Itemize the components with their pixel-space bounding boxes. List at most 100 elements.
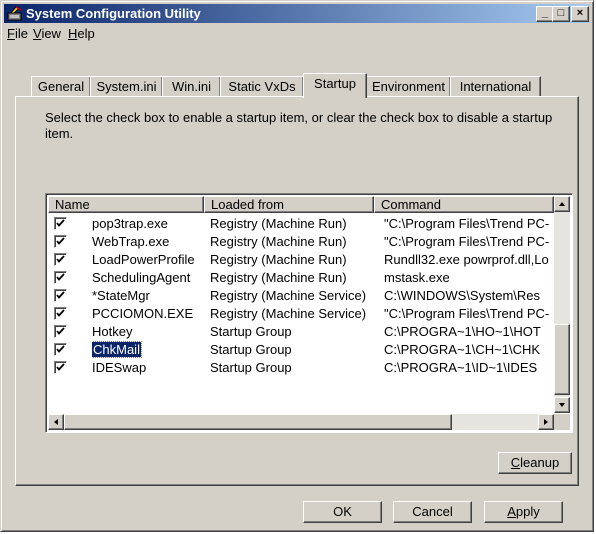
enable-checkbox[interactable]: [54, 343, 67, 356]
row-loaded-from: Registry (Machine Run): [210, 270, 347, 285]
row-loaded-from: Startup Group: [210, 324, 292, 339]
row-name-text: PCCIOMON.EXE: [92, 306, 194, 321]
row-name-text: *StateMgr: [92, 288, 150, 303]
arrow-right-icon: [544, 419, 548, 425]
row-name: Hotkey: [92, 323, 202, 341]
row-name: WebTrap.exe: [92, 233, 202, 251]
table-row[interactable]: WebTrap.exe Registry (Machine Run) "C:\Pro…: [48, 233, 554, 251]
table-row[interactable]: LoadPowerProfile Registry (Machine Run) Ru…: [48, 251, 554, 269]
arrow-up-icon: [559, 202, 565, 206]
row-name-text: Hotkey: [92, 324, 133, 339]
cancel-button[interactable]: Cancel: [393, 501, 472, 523]
row-loaded-from: Startup Group: [210, 342, 292, 357]
enable-checkbox[interactable]: [54, 217, 67, 230]
scroll-down-button[interactable]: [554, 397, 570, 413]
row-name-text: ChkMail: [92, 341, 142, 358]
row-name: *StateMgr: [92, 287, 202, 305]
table-row[interactable]: ChkMail Startup Group C:\PROGRA~1\CH~1\CHK: [48, 341, 554, 359]
tab-general[interactable]: General: [31, 76, 91, 97]
column-header-name[interactable]: Name: [48, 196, 204, 213]
instructions-text: Select the check box to enable a startup…: [45, 110, 553, 141]
row-command: mstask.exe: [384, 270, 450, 285]
cleanup-button[interactable]: Cleanup: [498, 452, 572, 474]
checkmark-icon: [56, 363, 65, 371]
table-row[interactable]: PCCIOMON.EXE Registry (Machine Service) "C…: [48, 305, 554, 323]
enable-checkbox[interactable]: [54, 325, 67, 338]
menu-file[interactable]: File: [7, 26, 28, 41]
close-icon: ×: [576, 7, 584, 19]
column-header-command[interactable]: Command: [374, 196, 554, 213]
column-header-loaded-from[interactable]: Loaded from: [204, 196, 374, 213]
row-name-text: SchedulingAgent: [92, 270, 191, 285]
table-row[interactable]: IDESwap Startup Group C:\PROGRA~1\ID~1\IDE…: [48, 359, 554, 377]
scroll-up-button[interactable]: [554, 196, 570, 212]
tab-system-ini[interactable]: System.ini: [90, 76, 163, 97]
checkmark-icon: [56, 219, 65, 227]
window-title: System Configuration Utility: [26, 6, 201, 21]
maximize-icon: □: [557, 7, 565, 19]
menu-help[interactable]: Help: [68, 26, 95, 41]
title-bar[interactable]: System Configuration Utility _ □ ×: [4, 4, 590, 23]
row-command: C:\WINDOWS\System\Res: [384, 288, 541, 303]
checkmark-icon: [56, 345, 65, 353]
minimize-icon: _: [541, 7, 549, 19]
row-loaded-from: Registry (Machine Run): [210, 252, 347, 267]
row-name-text: IDESwap: [92, 360, 147, 375]
menu-view[interactable]: View: [33, 26, 61, 41]
row-name-text: pop3trap.exe: [92, 216, 168, 231]
row-name: ChkMail: [92, 341, 202, 359]
vertical-scroll-thumb[interactable]: [554, 324, 570, 395]
table-row[interactable]: *StateMgr Registry (Machine Service) C:\WI…: [48, 287, 554, 305]
checkmark-icon: [56, 291, 65, 299]
tab-international[interactable]: International: [450, 76, 541, 97]
table-row[interactable]: pop3trap.exe Registry (Machine Run) "C:\Pr…: [48, 215, 554, 233]
tab-startup[interactable]: Startup: [303, 73, 367, 98]
row-command: "C:\Program Files\Trend PC-: [384, 306, 550, 321]
arrow-left-icon: [54, 419, 58, 425]
row-name: pop3trap.exe: [92, 215, 202, 233]
maximize-button[interactable]: □: [552, 6, 570, 22]
scroll-right-button[interactable]: [538, 414, 554, 430]
close-button[interactable]: ×: [571, 6, 589, 22]
table-row[interactable]: Hotkey Startup Group C:\PROGRA~1\HO~1\HOT: [48, 323, 554, 341]
table-row[interactable]: SchedulingAgent Registry (Machine Run) mst…: [48, 269, 554, 287]
arrow-down-icon: [559, 403, 565, 407]
startup-items-list[interactable]: Name Loaded from Command pop3trap.exe Reg…: [45, 193, 573, 433]
enable-checkbox[interactable]: [54, 361, 67, 374]
row-loaded-from: Registry (Machine Service): [210, 288, 367, 303]
row-name-text: LoadPowerProfile: [92, 252, 195, 267]
system-config-icon: [7, 6, 22, 21]
row-name: SchedulingAgent: [92, 269, 202, 287]
row-command: C:\PROGRA~1\HO~1\HOT: [384, 324, 541, 339]
ok-button[interactable]: OK: [303, 501, 382, 523]
row-loaded-from: Registry (Machine Run): [210, 216, 347, 231]
scroll-left-button[interactable]: [48, 414, 64, 430]
checkmark-icon: [56, 327, 65, 335]
horizontal-scroll-thumb[interactable]: [64, 414, 452, 430]
enable-checkbox[interactable]: [54, 307, 67, 320]
checkmark-icon: [56, 273, 65, 281]
tab-win-ini[interactable]: Win.ini: [162, 76, 221, 97]
enable-checkbox[interactable]: [54, 235, 67, 248]
scrollbar-corner: [554, 414, 570, 430]
row-loaded-from: Registry (Machine Service): [210, 306, 367, 321]
enable-checkbox[interactable]: [54, 253, 67, 266]
tab-environment[interactable]: Environment: [366, 76, 451, 97]
checkmark-icon: [56, 309, 65, 317]
enable-checkbox[interactable]: [54, 289, 67, 302]
row-command: C:\PROGRA~1\ID~1\IDES: [384, 360, 538, 375]
horizontal-scrollbar[interactable]: [48, 414, 554, 430]
enable-checkbox[interactable]: [54, 271, 67, 284]
row-name: LoadPowerProfile: [92, 251, 202, 269]
tab-static-vxds[interactable]: Static VxDs: [220, 76, 304, 97]
row-name: PCCIOMON.EXE: [92, 305, 202, 323]
vertical-scrollbar[interactable]: [554, 196, 570, 413]
row-loaded-from: Registry (Machine Run): [210, 234, 347, 249]
dialog-window: System Configuration Utility _ □ × File …: [0, 0, 594, 532]
row-command: C:\PROGRA~1\CH~1\CHK: [384, 342, 541, 357]
row-name: IDESwap: [92, 359, 202, 377]
row-command: "C:\Program Files\Trend PC-: [384, 234, 550, 249]
apply-button[interactable]: Apply: [484, 501, 563, 523]
row-command: "C:\Program Files\Trend PC-: [384, 216, 550, 231]
row-name-text: WebTrap.exe: [92, 234, 170, 249]
